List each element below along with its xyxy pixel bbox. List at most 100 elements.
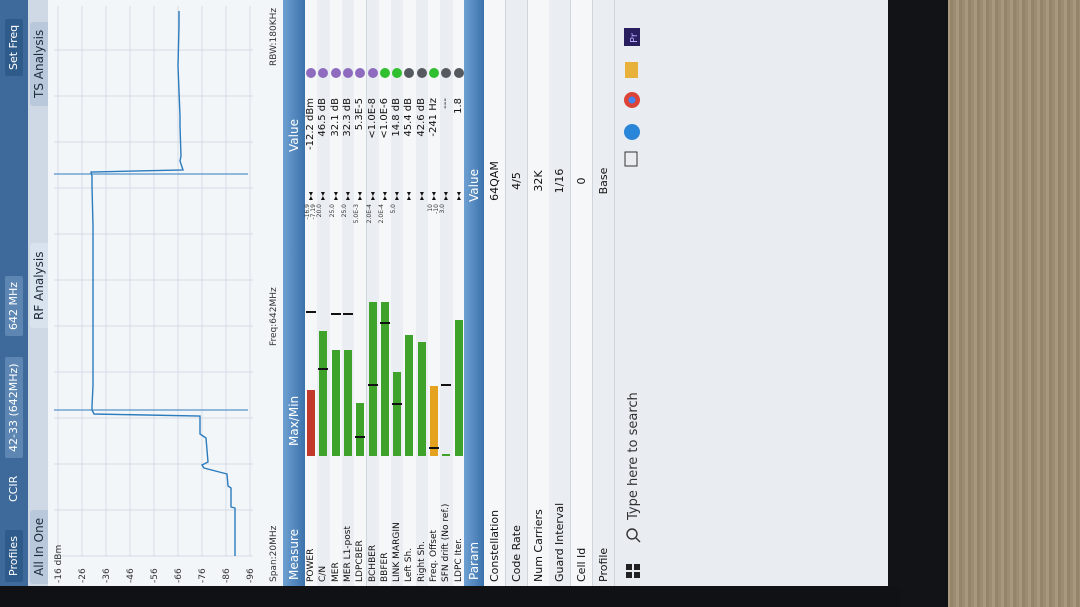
param-row: Guard Interval 1/16: [549, 0, 572, 586]
measure-level-bar: [368, 302, 377, 456]
measure-threshold: 20.0: [316, 204, 324, 230]
measure-threshold: 2.0E-4: [377, 204, 385, 230]
measure-threshold: 3.0: [439, 204, 447, 230]
measure-label: LDPC Iter.: [453, 538, 464, 582]
set-freq-button[interactable]: Set Freq: [5, 18, 23, 76]
param-label: Profile: [597, 547, 610, 582]
measure-row[interactable]: Freq. Offset 10 -10 ▸◂ -241 Hz: [427, 0, 442, 586]
hourglass-icon: ▸◂: [392, 191, 402, 200]
status-indicator-icon: [453, 68, 464, 78]
measure-row[interactable]: MER L1-post 25.0 ▸◂ 32.3 dB: [341, 0, 356, 586]
hourglass-icon: ▸◂: [306, 191, 315, 200]
monitor-bezel-bottom: [0, 586, 900, 607]
measure-threshold-tick: [441, 383, 452, 386]
measure-threshold: 25.0: [341, 204, 348, 230]
measure-label: LDPCBER: [355, 540, 366, 582]
param-label: Code Rate: [509, 525, 523, 582]
measure-threshold: -16.9 -7.19: [304, 204, 317, 230]
param-value: Base: [597, 167, 610, 195]
measure-level-bar: [307, 390, 315, 456]
measure-row[interactable]: SFN drift (No ref.) 3.0 ▸◂ ---: [439, 0, 454, 586]
search-icon: [626, 528, 638, 540]
measure-row[interactable]: POWER -16.9 -7.19 ▸◂ -12.2 dBm: [304, 0, 319, 586]
measure-value: 46.5 dB: [317, 98, 329, 137]
status-indicator-icon: [355, 68, 366, 78]
measure-row[interactable]: BCHBER 2.0E-4 ▸◂ <1.0E-8: [366, 0, 380, 586]
hourglass-icon: ▸◂: [441, 191, 451, 200]
frequency-field[interactable]: 642 MHz: [5, 275, 23, 336]
db-axis-label: -96: [246, 568, 256, 583]
measure-value: 32.3 dB: [341, 98, 353, 137]
windows-start-icon: [626, 564, 640, 578]
hourglass-icon: ▸◂: [453, 191, 463, 200]
measure-label: SFN drift (No ref.): [441, 503, 452, 582]
ie-browser-icon: [624, 124, 640, 140]
measure-threshold-tick: [367, 383, 378, 386]
measure-label: BCHBER: [367, 544, 378, 582]
profiles-button[interactable]: Profiles: [5, 530, 23, 582]
measure-level-bar: [356, 403, 365, 456]
maxmin-header-label: Max/Min: [287, 395, 301, 446]
threshold-high: 20.0: [316, 204, 324, 218]
monitor-screen: Profiles CCIR 42-33 (642MHz) 642 MHz Set…: [0, 0, 888, 586]
measure-threshold-tick: [355, 436, 366, 439]
channel-select[interactable]: 42-33 (642MHz): [5, 357, 23, 458]
measure-row[interactable]: Left Sh. ▸◂ 45.4 dB: [403, 0, 417, 586]
status-indicator-icon: [367, 68, 378, 78]
tab-all-in-one[interactable]: All In One: [30, 509, 48, 584]
threshold-high: 2.0E-4: [377, 204, 385, 224]
threshold-high: 5.0E-3: [353, 204, 361, 224]
span-label: Span:20MHz: [269, 525, 279, 582]
measure-level-bar: [319, 330, 328, 456]
tab-rf-analysis[interactable]: RF Analysis: [30, 243, 48, 328]
threshold-high: 3.0: [439, 204, 447, 214]
status-indicator-icon: [318, 68, 329, 78]
standard-label: CCIR: [7, 475, 20, 502]
db-axis-label: -16 dBm: [54, 545, 64, 583]
db-axis-label: -56: [150, 568, 160, 583]
measure-level-bar: [430, 385, 438, 456]
param-row: Code Rate 4/5: [505, 0, 528, 586]
measure-label: LINK MARGIN: [392, 522, 403, 582]
param-row: Profile Base: [593, 0, 615, 586]
param-value: 64QAM: [488, 161, 501, 201]
param-label: Guard Interval: [553, 502, 567, 582]
measure-threshold-tick: [342, 313, 353, 316]
param-header: Param Value: [464, 0, 484, 586]
param-value: 32K: [531, 170, 545, 192]
measure-row[interactable]: BBFER 2.0E-4 ▸◂ <1.0E-6: [377, 0, 393, 586]
hourglass-icon: ▸◂: [355, 191, 365, 200]
param-row: Constellation 64QAM: [484, 0, 506, 586]
hourglass-icon: ▸◂: [416, 191, 426, 200]
hourglass-icon: ▸◂: [318, 191, 328, 200]
status-indicator-icon: [441, 68, 452, 78]
param-label: Num Carriers: [531, 509, 545, 582]
status-indicator-icon: [306, 68, 316, 78]
measure-row[interactable]: LDPCBER 5.0E-3 ▸◂ 5.3E-5: [353, 0, 368, 586]
hourglass-icon: ▸◂: [342, 191, 352, 200]
status-indicator-icon: [392, 68, 403, 78]
measure-threshold-tick: [330, 313, 341, 316]
param-value: 1/16: [553, 168, 567, 194]
hourglass-icon: ▸◂: [429, 191, 438, 200]
param-row: Cell Id 0: [571, 0, 594, 586]
db-axis-label: -76: [198, 568, 208, 583]
measure-label: POWER: [306, 548, 316, 582]
measure-row[interactable]: MER 25.0 ▸◂ 32.1 dB: [329, 0, 343, 586]
measure-value: 5.3E-5: [354, 98, 366, 131]
measure-row[interactable]: LINK MARGIN 5.0 ▸◂ 14.8 dB: [390, 0, 405, 586]
measure-row[interactable]: Right Sh. ▸◂ 42.6 dB: [415, 0, 429, 586]
measure-label: Left Sh.: [404, 547, 415, 582]
toolbar: Profiles CCIR 42-33 (642MHz) 642 MHz Set…: [0, 0, 28, 586]
param-row: Num Carriers 32K: [527, 0, 550, 586]
measure-row[interactable]: C/N 20.0 ▸◂ 46.5 dB: [316, 0, 331, 586]
param-value-header-label: Value: [467, 169, 481, 202]
measure-label: BBFER: [379, 552, 390, 582]
measure-label: Right Sh.: [416, 541, 427, 582]
tab-bar: All In One RF Analysis TS Analysis: [28, 0, 48, 586]
measure-level-bar: [380, 302, 389, 456]
measure-threshold: 2.0E-4: [366, 204, 373, 230]
tab-ts-analysis[interactable]: TS Analysis: [30, 21, 48, 106]
measure-threshold: 5.0: [390, 204, 397, 230]
wall-background: [944, 0, 1080, 607]
